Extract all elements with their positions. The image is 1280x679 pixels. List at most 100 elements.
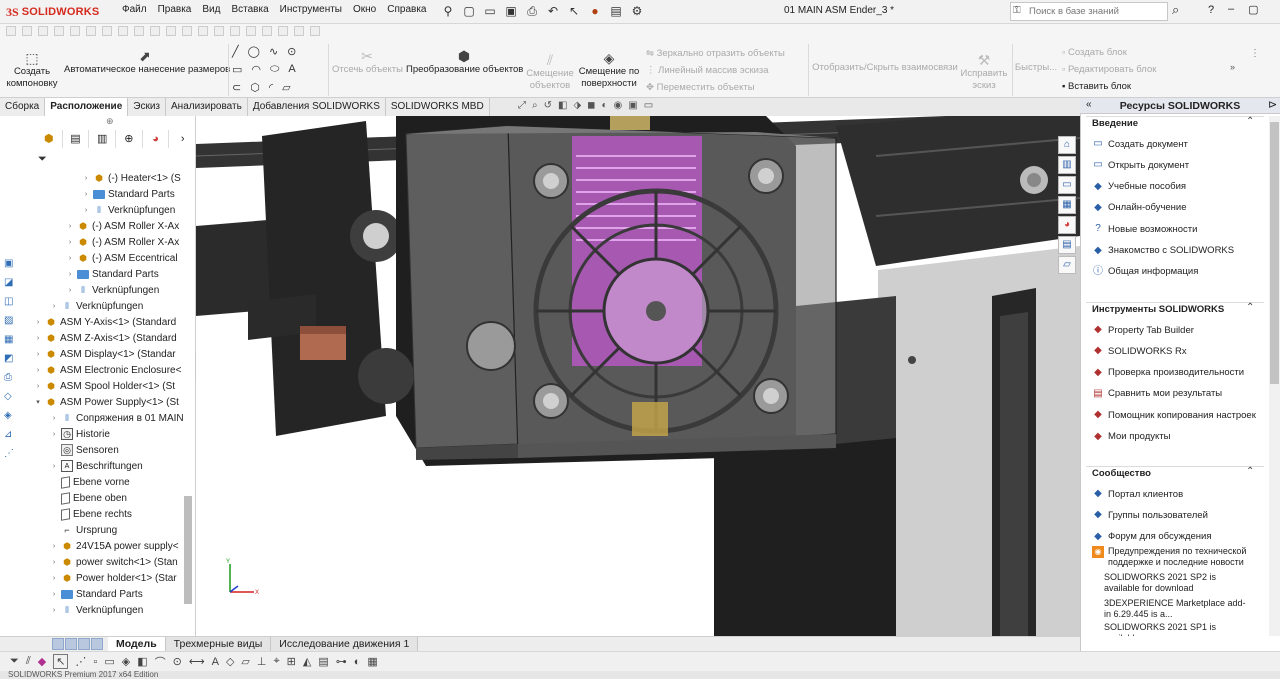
convert-entities-button[interactable]: ⬢ Преобразование объектов [406,48,523,76]
collapse-section-icon[interactable]: ⌃ [1246,466,1254,477]
filter-dimensions-icon[interactable]: ⟷ [189,655,205,668]
edit-block-button[interactable]: ▫ Редактировать блок [1062,64,1156,75]
expand-icon[interactable]: › [50,431,58,438]
print-3d-icon[interactable]: ⎙ [4,372,20,388]
support-news-link[interactable]: ◉ Предупреждения по технической поддержке… [1092,546,1252,568]
line-icon[interactable]: ╱ [232,45,239,58]
pin-icon[interactable]: ⚲ [440,3,456,19]
expand-icon[interactable]: › [34,335,42,342]
expand-icon[interactable]: › [82,207,90,214]
open-icon[interactable]: ▭ [482,3,498,19]
expand-icon[interactable]: › [50,591,58,598]
tree-item[interactable]: ⌐ Ursprung [50,522,117,538]
print-icon[interactable]: ⎙ [524,3,540,19]
fillet-icon[interactable]: ◜ [269,81,273,94]
plane-icon[interactable]: ▱ [282,81,290,94]
task-pane-link[interactable]: ▭ Открыть документ [1092,159,1189,171]
expand-icon[interactable]: › [34,319,42,326]
task-pane-link[interactable]: ◆ Портал клиентов [1092,488,1183,500]
scene-icon[interactable]: ▣ [628,100,637,111]
create-block-button[interactable]: ▫ Создать блок [1062,47,1156,58]
property-manager-tab-icon[interactable]: ▤ [63,130,90,148]
tree-item[interactable]: › ⫴ Verknüpfungen [82,202,175,218]
expand-icon[interactable]: › [50,303,58,310]
create-layout-button[interactable]: ⬚ Создать компоновку [6,50,58,90]
filter-surfaces-icon[interactable]: ◇ [226,655,234,668]
trim-entities-button[interactable]: ✂ Отсечь объекты [332,48,403,76]
expand-icon[interactable]: › [66,223,74,230]
expand-icon[interactable]: › [66,239,74,246]
ellipse-icon[interactable]: ⬭ [270,63,279,76]
arc-icon[interactable]: ◠ [251,63,261,76]
news-feed-item[interactable]: ›3DEXPERIENCE Marketplace add-in 6.29.44… [1104,598,1249,622]
filter-edges-icon[interactable]: ▭ [104,655,114,668]
tree-item[interactable]: Ebene oben [50,490,127,506]
tree-item[interactable]: › ⬢ ASM Spool Holder<1> (St [34,378,175,394]
menu-item[interactable]: Вид [202,4,220,15]
first-tab-icon[interactable] [52,638,64,650]
expand-icon[interactable]: › [50,463,58,470]
task-pane-section-title[interactable]: Инструменты SOLIDWORKS [1092,304,1224,315]
file-properties-icon[interactable]: ▤ [608,3,624,19]
tree-item[interactable]: › ⬢ 24V15A power supply< [50,538,179,554]
collapse-section-icon[interactable]: ⌃ [1246,302,1254,313]
filter-datums-icon[interactable]: ⌖ [273,655,279,668]
appearances-icon[interactable]: ◕ [1058,216,1076,234]
bottom-tab[interactable]: Модель [108,637,166,652]
task-pane-link[interactable]: ◆ SOLIDWORKS Rx [1092,345,1187,357]
filter-planes-icon[interactable]: ▱ [241,655,249,668]
expand-icon[interactable]: › [50,607,58,614]
tree-item[interactable]: › ⫴ Verknüpfungen [50,298,143,314]
news-feed-item[interactable]: ›SOLIDWORKS 2021 SP2 is available for do… [1104,572,1249,596]
bottom-tab[interactable]: Исследование движения 1 [271,637,419,652]
repair-sketch-button[interactable]: ⚒ Исправить эскиз [958,52,1010,92]
filter-sketch-icon[interactable]: ⌒ [155,654,166,670]
options-icon[interactable]: ⋮ [1250,48,1260,59]
filter-faces-icon[interactable]: ◈ [122,655,130,668]
expand-icon[interactable]: ▾ [34,398,42,406]
filter-notes-icon[interactable]: A [212,656,219,668]
news-feed-item[interactable]: ›SOLIDWORKS 2021 SP1 is available [1104,622,1249,636]
tree-item[interactable]: › Standard Parts [66,266,159,282]
panel-handle-icon[interactable]: ⊕ [106,116,114,127]
command-tab[interactable]: Сборка [0,98,46,116]
filter-toolbar-icon[interactable]: ⏷ [10,655,19,668]
command-tab[interactable]: Расположение [45,98,129,116]
prev-tab-icon[interactable] [65,638,77,650]
drawing-icon[interactable]: ▦ [4,334,20,350]
mates-icon[interactable]: ◩ [4,353,20,369]
expand-icon[interactable]: › [34,383,42,390]
filter-welds-icon[interactable]: ◭ [303,655,311,668]
tree-item[interactable]: › ⬢ ASM Display<1> (Standar [34,346,176,362]
view-palette-icon[interactable]: ▦ [1058,196,1076,214]
task-pane-scroll-thumb[interactable] [1270,122,1279,384]
command-tab[interactable]: Эскиз [128,98,166,116]
mirror-entities-button[interactable]: ⇋ Зеркально отразить объекты [646,48,785,59]
linear-pattern-button[interactable]: ⋮ Линейный массив эскиза [646,65,785,76]
task-pane-link[interactable]: ◆ Онлайн-обучение [1092,202,1186,214]
tree-item[interactable]: › ⬢ ASM Electronic Enclosure< [34,362,182,378]
tree-item[interactable]: › ⬢ (-) ASM Eccentrical [66,250,178,266]
command-tab[interactable]: Добавления SOLIDWORKS [247,98,386,116]
pattern-icon[interactable]: ⋰ [4,448,20,464]
task-pane-link[interactable]: ◆ Мои продукты [1092,431,1170,443]
point-icon[interactable]: ⊙ [287,45,296,58]
filter-points-icon[interactable]: ⊙ [173,655,182,668]
forum-icon[interactable]: ▱ [1058,256,1076,274]
new-document-icon[interactable]: ▢ [461,3,477,19]
exploded-view-icon[interactable]: ◇ [4,391,20,407]
task-pane-link[interactable]: ◆ Форум для обсуждения [1092,531,1211,543]
select-chain-icon[interactable]: ⋰ [75,655,86,668]
rebuild-icon[interactable]: ● [587,3,603,19]
configuration-tab-icon[interactable]: ▥ [89,130,117,148]
filter-icon[interactable]: ⏷ [38,153,47,166]
filter-vertices-icon[interactable]: ▫ [93,656,97,668]
knowledge-search-input[interactable]: Поиск в базе знаний [1010,2,1168,21]
expand-icon[interactable]: › [66,287,74,294]
select-arrow-icon[interactable]: ↖ [53,654,69,669]
menu-item[interactable]: Вставка [231,4,268,15]
appearance-icon[interactable]: ◉ [614,100,623,111]
expand-icon[interactable]: › [34,367,42,374]
smart-dimension-button[interactable]: ⬈ Автоматическое нанесение размеров [64,48,230,76]
tree-item[interactable]: › ⬢ ASM Z-Axis<1> (Standard [34,330,177,346]
